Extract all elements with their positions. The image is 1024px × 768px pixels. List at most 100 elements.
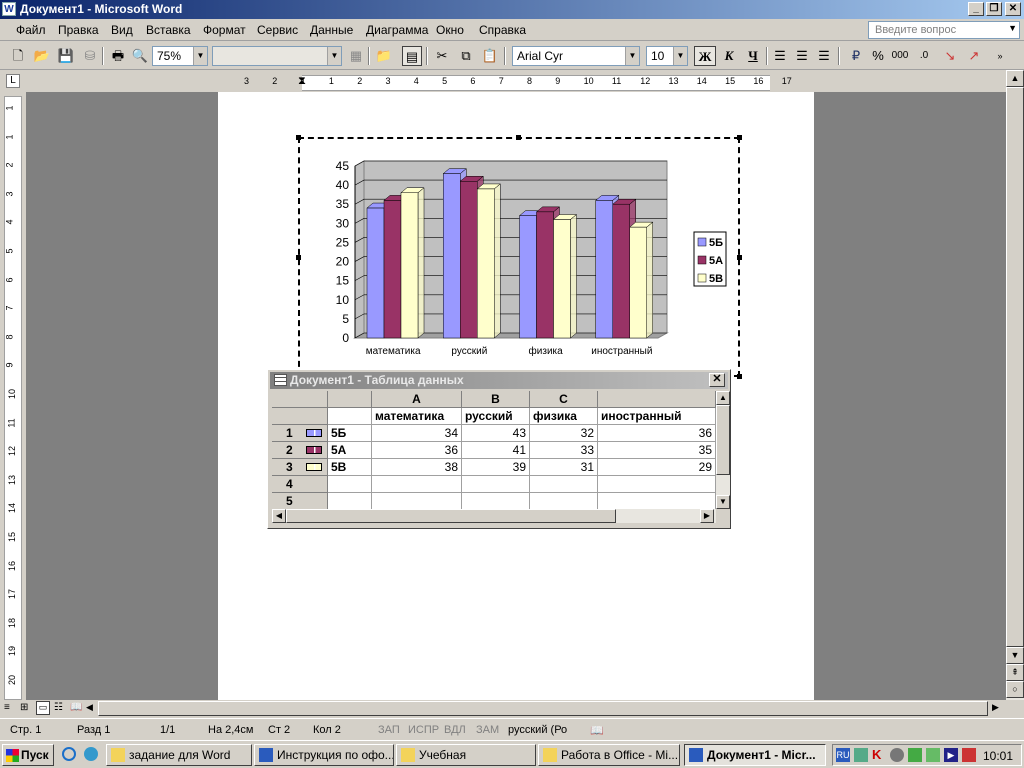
normal-view-icon[interactable]: ≡ [4, 702, 10, 713]
data-cell[interactable]: 41 [462, 442, 530, 459]
scroll-right-icon[interactable]: ▶ [700, 509, 714, 523]
data-cell[interactable] [598, 408, 716, 425]
scroll-left-icon[interactable]: ◀ [272, 509, 286, 523]
menu-edit[interactable]: Правка [58, 23, 99, 37]
tray-app-icon[interactable] [908, 748, 922, 762]
datasheet-vertical-scrollbar[interactable]: ▲ ▼ [716, 391, 730, 509]
column-header[interactable]: C [530, 391, 598, 408]
spelling-status-icon[interactable]: 📖 [590, 724, 604, 737]
save-icon[interactable]: 💾 [56, 46, 76, 66]
data-cell[interactable]: 33 [530, 442, 598, 459]
new-doc-icon[interactable]: 🗋 [8, 46, 28, 66]
row-header[interactable] [272, 408, 328, 425]
angle-text-up-icon[interactable]: ↗ [964, 46, 984, 66]
horizontal-scrollbar[interactable]: ≡ ⊞ ▭ ☷ 📖 ◀ ▶ [0, 700, 1006, 717]
underline-button[interactable]: Ч [742, 46, 764, 66]
scroll-up-icon[interactable]: ▲ [1006, 70, 1024, 87]
select-all-corner[interactable] [272, 391, 328, 408]
category-cell[interactable]: русский [462, 408, 530, 425]
chevron-down-icon[interactable]: ▼ [673, 47, 687, 65]
datasheet-title-bar[interactable]: Документ1 - Таблица данных ✕ [270, 372, 728, 389]
scroll-thumb[interactable] [716, 405, 730, 475]
series-label-cell[interactable]: 5В [328, 459, 372, 476]
data-cell[interactable] [530, 493, 598, 509]
scroll-right-icon[interactable]: ▶ [992, 702, 999, 713]
category-cell[interactable]: математика [372, 408, 462, 425]
align-left-icon[interactable]: ☰ [770, 46, 790, 66]
column-header[interactable] [598, 391, 716, 408]
restore-button[interactable]: ❐ [986, 2, 1002, 16]
select-browse-object-icon[interactable]: ○ [1006, 681, 1024, 698]
view-datasheet-icon[interactable]: ▤ [402, 46, 422, 66]
status-record[interactable]: ЗАП [378, 724, 400, 736]
close-button[interactable]: ✕ [1005, 2, 1021, 16]
status-track[interactable]: ИСПР [408, 724, 439, 736]
increase-decimal-icon[interactable]: .0 [914, 46, 934, 66]
data-cell[interactable] [598, 425, 716, 442]
open-folder-icon[interactable]: 📂 [32, 46, 52, 66]
menu-tools[interactable]: Сервис [257, 23, 298, 37]
angle-text-down-icon[interactable]: ↘ [940, 46, 960, 66]
tab-selector-icon[interactable]: L [6, 74, 20, 88]
datasheet-window[interactable]: Документ1 - Таблица данных ✕ ABCDматемат… [267, 369, 731, 529]
browser-icon[interactable] [84, 747, 98, 761]
align-right-icon[interactable]: ☰ [814, 46, 834, 66]
bar-chart[interactable]: 0 5 10 15 20 25 30 35 40 45 математика русский физик… [300, 139, 738, 375]
cut-icon[interactable]: ✂ [432, 46, 452, 66]
prev-page-icon[interactable]: ⇞ [1006, 664, 1024, 681]
series-label-cell[interactable] [328, 476, 372, 493]
data-cell[interactable] [530, 476, 598, 493]
menu-chart[interactable]: Диаграмма [366, 23, 428, 37]
horizontal-ruler[interactable]: 3 2 1 1 2 3 4 5 6 7 8 9 10 11 12 13 14 15 16 17 ⧗ [218, 75, 814, 91]
data-cell[interactable] [372, 493, 462, 509]
datasheet-grid[interactable]: ABCDматематикарусскийфизикаиностранный15… [272, 391, 716, 509]
comma-style-button[interactable]: 000 [890, 46, 910, 66]
data-cell[interactable] [462, 493, 530, 509]
preview-icon[interactable]: 🔍 [130, 46, 150, 66]
data-cell[interactable] [598, 476, 716, 493]
chart-objects-select[interactable]: ▼ [212, 46, 342, 66]
scroll-up-icon[interactable]: ▲ [716, 391, 730, 405]
data-cell[interactable]: 43 [462, 425, 530, 442]
task-folder-word[interactable]: задание для Word [106, 744, 252, 766]
title-bar[interactable]: W Документ1 - Microsoft Word _ ❐ ✕ [0, 0, 1024, 19]
vertical-ruler[interactable]: 1 1 2 3 4 5 6 7 8 9 10 11 12 13 14 15 16 17 18 19 20 [4, 96, 22, 700]
menu-data[interactable]: Данные [310, 23, 353, 37]
menu-file[interactable]: Файл [16, 23, 46, 37]
menu-window[interactable]: Окно [436, 23, 464, 37]
font-select[interactable]: Arial Cyr ▼ [512, 46, 640, 66]
category-cell[interactable]: физика [530, 408, 598, 425]
ie-icon[interactable] [62, 747, 76, 761]
column-header[interactable] [328, 391, 372, 408]
currency-style-icon[interactable]: ₽ [846, 46, 866, 66]
task-office-work[interactable]: Работа в Office - Mi... [538, 744, 680, 766]
permission-icon[interactable]: ⛁ [80, 46, 100, 66]
zoom-select[interactable]: 75% ▼ [152, 46, 208, 66]
network-icon[interactable] [854, 748, 868, 762]
column-header[interactable]: B [462, 391, 530, 408]
font-size-select[interactable]: 10 ▼ [646, 46, 688, 66]
data-cell[interactable]: 31 [530, 459, 598, 476]
data-cell[interactable]: 32 [530, 425, 598, 442]
data-cell[interactable] [598, 459, 716, 476]
minimize-button[interactable]: _ [968, 2, 984, 16]
scroll-left-icon[interactable]: ◀ [86, 702, 93, 713]
task-folder-study[interactable]: Учебная [396, 744, 536, 766]
data-cell[interactable] [372, 476, 462, 493]
task-document1[interactable]: Документ1 - Micr... [684, 744, 826, 766]
data-cell[interactable] [462, 476, 530, 493]
scroll-thumb[interactable] [286, 509, 616, 523]
data-cell[interactable]: 34 [372, 425, 462, 442]
menu-help[interactable]: Справка [479, 23, 526, 37]
language-indicator[interactable]: RU [836, 748, 850, 762]
format-object-icon[interactable]: ▦ [346, 46, 366, 66]
chevron-down-icon[interactable]: ▼ [625, 47, 639, 65]
copy-icon[interactable]: ⧉ [456, 46, 476, 66]
scroll-down-icon[interactable]: ▼ [716, 495, 730, 509]
data-cell[interactable] [328, 408, 372, 425]
volume-icon[interactable] [962, 748, 976, 762]
tray-app-icon[interactable] [926, 748, 940, 762]
help-search-input[interactable]: Введите вопрос ▼ [868, 21, 1020, 39]
row-header[interactable]: 2 [272, 442, 328, 459]
scroll-thumb[interactable] [1006, 87, 1024, 647]
